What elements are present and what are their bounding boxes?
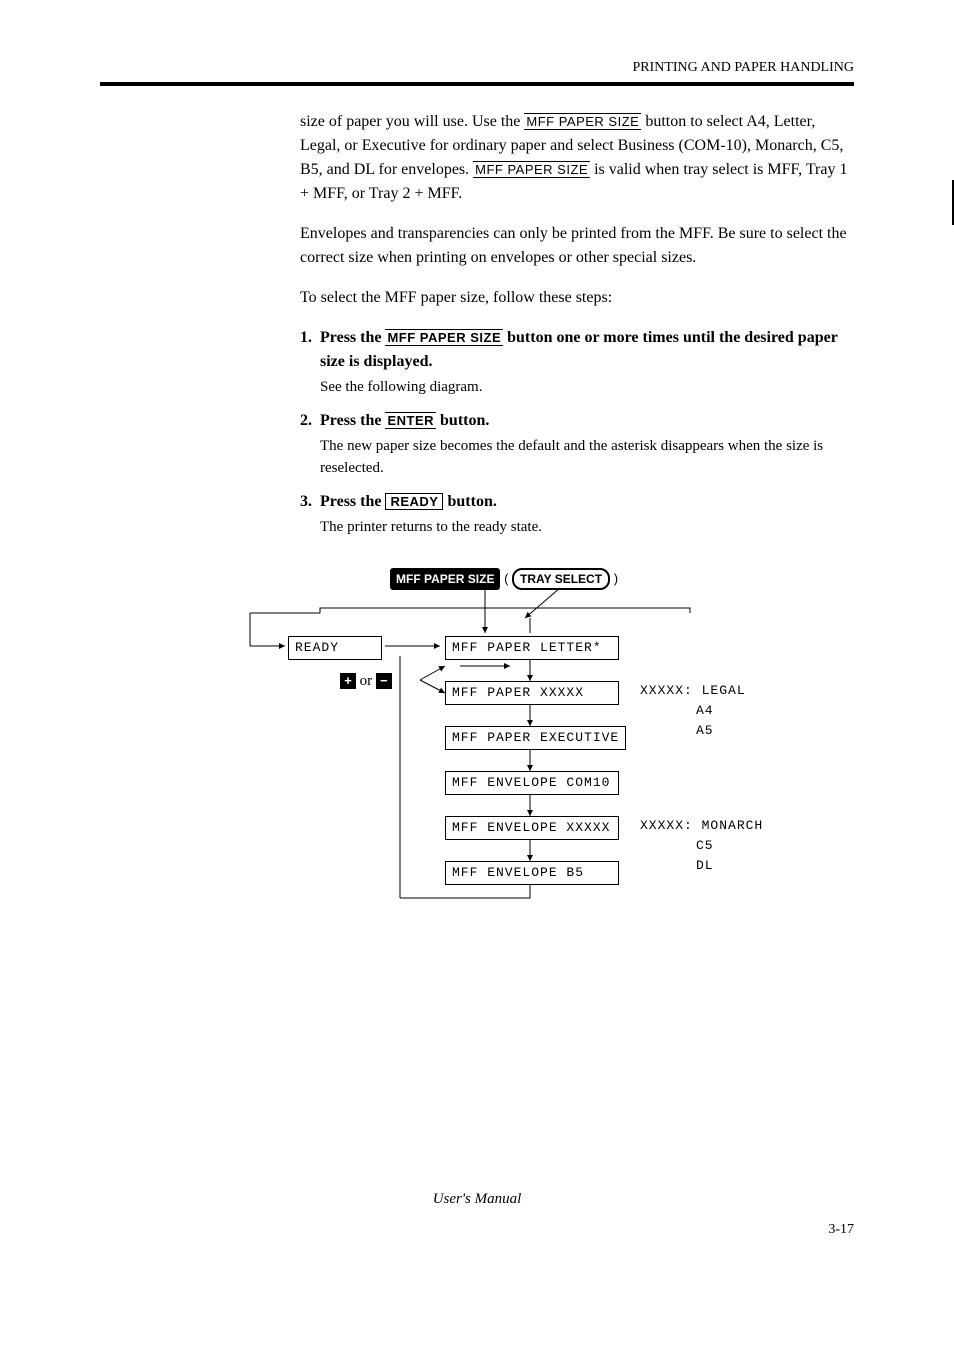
step-3-post: button. — [447, 493, 496, 510]
lcd-mff-paper-size-1: MFF PAPER SIZE — [524, 113, 641, 130]
diagram-option-paper-xxxxx: MFF PAPER XXXXX — [445, 681, 619, 705]
mff-paper-size-button[interactable]: MFF PAPER SIZE — [385, 329, 503, 346]
step-3-pre: Press the — [320, 493, 385, 510]
diagram-legend1-item1: A4 — [696, 701, 714, 721]
diagram-legend2-item2: DL — [696, 856, 714, 876]
diagram-option-letter: MFF PAPER LETTER* — [445, 636, 619, 660]
state-diagram: MFF PAPER SIZE ( TRAY SELECT ) READY + o… — [220, 568, 854, 928]
header-section: PRINTING AND PAPER HANDLING — [100, 60, 854, 76]
step-2: 2. Press the ENTER button. The new paper… — [100, 409, 854, 480]
step-1-num: 1. — [300, 326, 320, 399]
diagram-paren-close: ) — [614, 571, 618, 586]
diagram-ready-box: READY — [288, 636, 382, 660]
diagram-legend1-item0: LEGAL — [702, 683, 746, 698]
ready-button[interactable]: READY — [385, 493, 443, 510]
enter-button[interactable]: ENTER — [385, 412, 436, 429]
diagram-paren-open: ( — [504, 571, 512, 586]
step-3-num: 3. — [300, 490, 320, 539]
header-rule — [100, 82, 854, 86]
lcd-mff-paper-size-2: MFF PAPER SIZE — [473, 161, 590, 178]
page-number: 3-17 — [100, 1219, 854, 1240]
diagram-option-com10: MFF ENVELOPE COM10 — [445, 771, 619, 795]
step-1-pre: Press the — [320, 329, 385, 346]
intro-paragraph-1: size of paper you will use. Use the MFF … — [300, 110, 854, 206]
diagram-legend1-label: XXXXX: — [640, 683, 693, 698]
diagram-legend2-item1: C5 — [696, 836, 714, 856]
step-1-action: Press the MFF PAPER SIZE button one or m… — [320, 326, 854, 374]
diagram-legend1: XXXXX: LEGAL — [640, 681, 746, 701]
step-3-action: Press the READY button. — [320, 490, 854, 514]
intro-paragraph-2: Envelopes and transparencies can only be… — [300, 222, 854, 270]
diagram-mff-button[interactable]: MFF PAPER SIZE — [390, 568, 500, 590]
step-2-pre: Press the — [320, 412, 385, 429]
diagram-option-executive: MFF PAPER EXECUTIVE — [445, 726, 626, 750]
step-1-explain: See the following diagram. — [320, 376, 854, 399]
steps-intro: To select the MFF paper size, follow the… — [300, 286, 854, 310]
step-2-action: Press the ENTER button. — [320, 409, 854, 433]
diagram-option-b5: MFF ENVELOPE B5 — [445, 861, 619, 885]
diagram-or: or — [360, 673, 373, 689]
diagram-tray-select-button[interactable]: TRAY SELECT — [512, 568, 610, 590]
footer-manual: User's Manual — [100, 1188, 854, 1211]
diagram-option-envelope-xxxxx: MFF ENVELOPE XXXXX — [445, 816, 619, 840]
plus-button[interactable]: + — [340, 673, 356, 689]
step-3-explain: The printer returns to the ready state. — [320, 516, 854, 539]
step-1: 1. Press the MFF PAPER SIZE button one o… — [100, 326, 854, 399]
step-2-post: button. — [440, 412, 489, 429]
diagram-legend2-label: XXXXX: — [640, 818, 693, 833]
intro-p1-a: size of paper you will use. Use the — [300, 113, 524, 130]
minus-button[interactable]: − — [376, 673, 392, 689]
step-2-explain: The new paper size becomes the default a… — [320, 435, 854, 480]
step-3: 3. Press the READY button. The printer r… — [100, 490, 854, 539]
diagram-legend2: XXXXX: MONARCH — [640, 816, 763, 836]
diagram-legend2-item0: MONARCH — [702, 818, 764, 833]
step-2-num: 2. — [300, 409, 320, 480]
diagram-legend1-item2: A5 — [696, 721, 714, 741]
